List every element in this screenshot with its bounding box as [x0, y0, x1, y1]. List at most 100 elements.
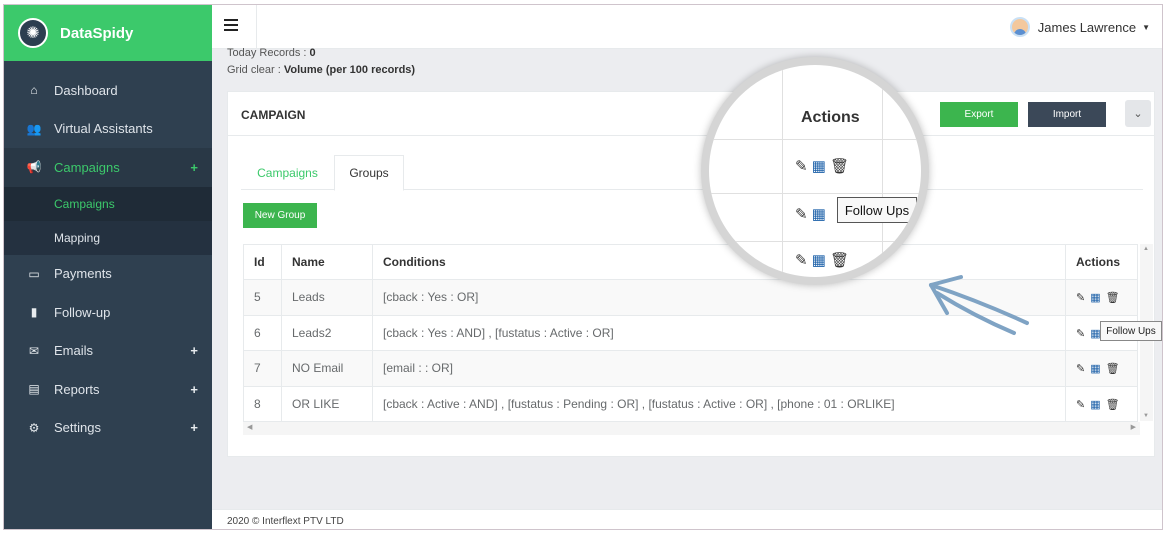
- magnified-actions-header: Actions: [801, 109, 860, 126]
- divider: [709, 193, 921, 194]
- cell-conditions: [cback : Active : AND] , [fustatus : Pen…: [372, 385, 1066, 422]
- bookmark-icon: ▮: [30, 305, 38, 320]
- calendar-icon: ▦: [811, 252, 826, 269]
- brand[interactable]: ✺ DataSpidy: [4, 5, 212, 61]
- import-button[interactable]: Import: [1028, 102, 1106, 127]
- scroll-right-arrow-icon[interactable]: ▶: [1131, 423, 1136, 431]
- divider: [709, 139, 921, 140]
- expand-plus-icon[interactable]: +: [190, 160, 198, 175]
- sidebar-item-label: Payments: [54, 266, 112, 282]
- home-icon: ⌂: [30, 83, 38, 98]
- expand-plus-icon[interactable]: +: [190, 382, 198, 397]
- table-row: 7 NO Email [email : : OR] ✎ ▦ 🗑: [243, 350, 1138, 387]
- column-header-name[interactable]: Name: [281, 244, 373, 280]
- calendar-icon[interactable]: ▦: [1090, 291, 1100, 304]
- sidebar-item-follow-up[interactable]: ▮ Follow-up: [4, 293, 212, 332]
- edit-icon: ✎: [795, 252, 808, 269]
- horizontal-scrollbar[interactable]: ◀ ▶: [243, 422, 1140, 435]
- trash-icon[interactable]: 🗑: [1106, 398, 1120, 411]
- inbox-icon: ✉: [28, 343, 40, 358]
- trash-icon[interactable]: 🗑: [1106, 362, 1120, 375]
- table-row: 8 OR LIKE [cback : Active : AND] , [fust…: [243, 385, 1138, 422]
- magnified-action-icons: ✎ ▦ 🗑: [795, 157, 849, 175]
- cell-actions: ✎ ▦ 🗑: [1065, 279, 1138, 316]
- sidebar-item-label: Dashboard: [54, 82, 118, 98]
- sidebar-item-label: Reports: [54, 381, 100, 397]
- sidebar-item-reports[interactable]: ▤ Reports +: [4, 370, 212, 409]
- magnifier-callout: Actions ✎ ▦ 🗑 ✎ ▦ ✎ ▦ 🗑 Follow Ups: [701, 57, 929, 285]
- cell-id: 5: [243, 279, 282, 316]
- export-button[interactable]: Export: [940, 102, 1018, 127]
- edit-icon[interactable]: ✎: [1076, 327, 1085, 340]
- sidebar-item-settings[interactable]: ⚙ Settings +: [4, 409, 212, 448]
- cell-actions: ✎ ▦ 🗑: [1065, 385, 1138, 422]
- user-menu[interactable]: James Lawrence ▼: [1009, 17, 1150, 37]
- scroll-left-arrow-icon[interactable]: ◀: [247, 423, 252, 431]
- sidebar-item-emails[interactable]: ✉ Emails +: [4, 332, 212, 371]
- follow-ups-tooltip: Follow Ups: [1100, 321, 1162, 341]
- sidebar-item-payments[interactable]: ▭ Payments: [4, 255, 212, 294]
- divider: [256, 5, 257, 49]
- trash-icon: 🗑: [830, 158, 850, 175]
- calendar-icon[interactable]: ▦: [1090, 362, 1100, 375]
- gears-icon: ⚙: [28, 420, 40, 435]
- cell-name: OR LIKE: [281, 385, 373, 422]
- edit-icon: ✎: [795, 206, 808, 223]
- report-icon: ▤: [28, 382, 40, 397]
- edit-icon: ✎: [795, 158, 808, 175]
- today-records: Today Records : 0: [227, 47, 316, 59]
- sidebar-item-campaigns[interactable]: 📢 Campaigns +: [4, 148, 212, 187]
- sidebar-item-label: Campaigns: [54, 159, 120, 175]
- calendar-icon: ▦: [811, 158, 826, 175]
- new-group-button[interactable]: New Group: [243, 203, 317, 228]
- divider: [782, 65, 783, 277]
- brand-name: DataSpidy: [60, 24, 134, 42]
- sidebar-subitem-mapping[interactable]: Mapping: [4, 220, 212, 255]
- sidebar-item-label: Virtual Assistants: [54, 121, 153, 137]
- hamburger-menu-icon[interactable]: [224, 19, 238, 31]
- magnified-action-icons: ✎ ▦ 🗑: [795, 251, 849, 269]
- scroll-down-arrow-icon[interactable]: ▼: [1143, 413, 1149, 419]
- grid-clear: Grid clear : Volume (per 100 records): [227, 64, 416, 76]
- record-stats: Today Records : 0 Grid clear : Volume (p…: [227, 45, 415, 79]
- sidebar: ✺ DataSpidy ⌂ Dashboard 👥 Virtual Assist…: [4, 5, 212, 529]
- cell-conditions: [email : : OR]: [372, 350, 1066, 387]
- spider-web-icon: ✺: [18, 18, 48, 48]
- panel-header: CAMPAIGN Export Import ⌄: [228, 92, 1154, 136]
- calendar-icon[interactable]: ▦: [1090, 398, 1100, 411]
- edit-icon[interactable]: ✎: [1076, 362, 1085, 375]
- credit-card-icon: ▭: [28, 266, 40, 281]
- calendar-icon: ▦: [811, 206, 826, 223]
- tab-campaigns[interactable]: Campaigns: [241, 155, 334, 190]
- cell-id: 7: [243, 350, 282, 387]
- collapse-chevron-icon[interactable]: ⌄: [1125, 100, 1151, 127]
- user-name: James Lawrence: [1037, 19, 1137, 35]
- panel-title: CAMPAIGN: [241, 108, 306, 122]
- app-frame: ✺ DataSpidy ⌂ Dashboard 👥 Virtual Assist…: [3, 4, 1163, 530]
- expand-plus-icon[interactable]: +: [190, 343, 198, 358]
- cell-id: 8: [243, 385, 282, 422]
- expand-plus-icon[interactable]: +: [190, 420, 198, 435]
- edit-icon[interactable]: ✎: [1076, 398, 1085, 411]
- trash-icon: 🗑: [830, 252, 850, 269]
- cell-actions: ✎ ▦ 🗑: [1065, 350, 1138, 387]
- column-header-id[interactable]: Id: [243, 244, 282, 280]
- trash-icon[interactable]: 🗑: [1106, 291, 1120, 304]
- sidebar-item-virtual-assistants[interactable]: 👥 Virtual Assistants: [4, 110, 212, 149]
- cell-id: 6: [243, 314, 282, 351]
- avatar: [1009, 17, 1030, 37]
- tab-groups[interactable]: Groups: [334, 155, 404, 191]
- pointer-arrow-icon: [929, 275, 1029, 335]
- sidebar-subitem-campaigns[interactable]: Campaigns: [4, 186, 212, 221]
- tab-bar: Campaigns Groups: [241, 150, 1143, 191]
- magnified-action-icons: ✎ ▦: [795, 205, 826, 223]
- footer: 2020 © Interflext PTV LTD: [212, 509, 1162, 529]
- sidebar-item-label: Follow-up: [54, 304, 111, 320]
- sidebar-item-dashboard[interactable]: ⌂ Dashboard: [4, 71, 212, 110]
- edit-icon[interactable]: ✎: [1076, 291, 1085, 304]
- cell-name: Leads: [281, 279, 373, 316]
- users-icon: 👥: [26, 121, 42, 136]
- caret-down-icon: ▼: [1142, 22, 1150, 32]
- scroll-up-arrow-icon[interactable]: ▲: [1143, 246, 1149, 252]
- sidebar-item-label: Emails: [54, 343, 94, 359]
